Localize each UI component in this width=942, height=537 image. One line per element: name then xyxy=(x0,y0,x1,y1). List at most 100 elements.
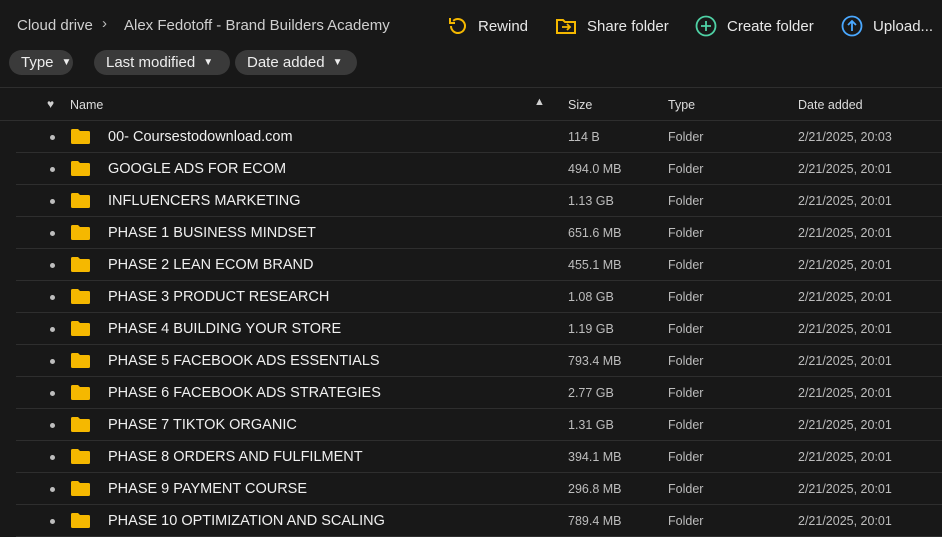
column-header-date-added[interactable]: Date added xyxy=(798,98,863,112)
file-name[interactable]: 00- Coursestodownload.com xyxy=(108,129,293,145)
chevron-down-icon: ▼ xyxy=(332,57,343,68)
share-folder-button[interactable]: Share folder xyxy=(555,12,669,40)
rewind-button[interactable]: Rewind xyxy=(446,12,528,40)
chevron-down-icon: ▼ xyxy=(203,57,214,68)
bullet-icon xyxy=(50,295,55,300)
file-size: 1.13 GB xyxy=(568,194,614,208)
heart-icon[interactable]: ♥ xyxy=(47,97,54,111)
file-type: Folder xyxy=(668,386,704,400)
sort-ascending-icon[interactable]: ▲ xyxy=(534,96,545,108)
file-type: Folder xyxy=(668,258,704,272)
table-row[interactable]: PHASE 5 FACEBOOK ADS ESSENTIALS 793.4 MB… xyxy=(16,345,942,377)
bullet-icon xyxy=(50,231,55,236)
table-row[interactable]: PHASE 9 PAYMENT COURSE 296.8 MB Folder 2… xyxy=(16,473,942,505)
file-name[interactable]: PHASE 3 PRODUCT RESEARCH xyxy=(108,289,329,305)
filter-date-added-label: Date added xyxy=(247,54,325,71)
table-row[interactable]: GOOGLE ADS FOR ECOM 494.0 MB Folder 2/21… xyxy=(16,153,942,185)
filter-date-added-dropdown[interactable]: Date added ▼ xyxy=(235,50,357,75)
file-name[interactable]: INFLUENCERS MARKETING xyxy=(108,193,301,209)
bullet-icon xyxy=(50,359,55,364)
table-row[interactable]: PHASE 7 TIKTOK ORGANIC 1.31 GB Folder 2/… xyxy=(16,409,942,441)
column-header-size[interactable]: Size xyxy=(568,98,592,112)
file-size: 789.4 MB xyxy=(568,514,622,528)
file-type: Folder xyxy=(668,290,704,304)
file-size: 296.8 MB xyxy=(568,482,622,496)
column-header-type[interactable]: Type xyxy=(668,98,695,112)
file-date-added: 2/21/2025, 20:03 xyxy=(798,130,892,144)
file-date-added: 2/21/2025, 20:01 xyxy=(798,194,892,208)
create-folder-button[interactable]: Create folder xyxy=(695,12,814,40)
file-name[interactable]: PHASE 9 PAYMENT COURSE xyxy=(108,481,307,497)
upload-button[interactable]: Upload... xyxy=(841,12,933,40)
folder-icon xyxy=(71,257,90,272)
create-folder-label: Create folder xyxy=(727,17,814,35)
share-folder-label: Share folder xyxy=(587,17,669,35)
upload-icon xyxy=(841,15,863,37)
column-header-name[interactable]: Name xyxy=(70,98,103,112)
table-row[interactable]: PHASE 1 BUSINESS MINDSET 651.6 MB Folder… xyxy=(16,217,942,249)
file-name[interactable]: GOOGLE ADS FOR ECOM xyxy=(108,161,286,177)
file-type: Folder xyxy=(668,162,704,176)
bullet-icon xyxy=(50,135,55,140)
table-row[interactable]: PHASE 2 LEAN ECOM BRAND 455.1 MB Folder … xyxy=(16,249,942,281)
folder-icon xyxy=(71,193,90,208)
file-name[interactable]: PHASE 7 TIKTOK ORGANIC xyxy=(108,417,297,433)
folder-icon xyxy=(71,161,90,176)
file-date-added: 2/21/2025, 20:01 xyxy=(798,514,892,528)
file-size: 394.1 MB xyxy=(568,450,622,464)
file-date-added: 2/21/2025, 20:01 xyxy=(798,226,892,240)
chevron-down-icon: ▼ xyxy=(61,57,72,68)
bullet-icon xyxy=(50,263,55,268)
file-date-added: 2/21/2025, 20:01 xyxy=(798,322,892,336)
file-name[interactable]: PHASE 5 FACEBOOK ADS ESSENTIALS xyxy=(108,353,380,369)
file-size: 455.1 MB xyxy=(568,258,622,272)
top-bar: Cloud drive › Alex Fedotoff - Brand Buil… xyxy=(0,0,942,50)
file-name[interactable]: PHASE 10 OPTIMIZATION AND SCALING xyxy=(108,513,385,529)
filter-modified-dropdown[interactable]: Last modified ▼ xyxy=(94,50,230,75)
folder-icon xyxy=(71,417,90,432)
file-date-added: 2/21/2025, 20:01 xyxy=(798,290,892,304)
file-size: 114 B xyxy=(568,130,600,144)
file-date-added: 2/21/2025, 20:01 xyxy=(798,258,892,272)
table-header: ♥ Name ▲ Size Type Date added xyxy=(0,87,942,121)
rewind-label: Rewind xyxy=(478,17,529,35)
file-size: 1.08 GB xyxy=(568,290,614,304)
file-date-added: 2/21/2025, 20:01 xyxy=(798,162,892,176)
file-name[interactable]: PHASE 8 ORDERS AND FULFILMENT xyxy=(108,449,363,465)
file-date-added: 2/21/2025, 20:01 xyxy=(798,386,892,400)
breadcrumb-separator: › xyxy=(102,15,107,32)
file-date-added: 2/21/2025, 20:01 xyxy=(798,354,892,368)
file-date-added: 2/21/2025, 20:01 xyxy=(798,482,892,496)
table-row[interactable]: 00- Coursestodownload.com 114 B Folder 2… xyxy=(16,121,942,153)
breadcrumb-current: Alex Fedotoff - Brand Builders Academy xyxy=(124,17,390,34)
folder-icon xyxy=(71,481,90,496)
table-row[interactable]: PHASE 6 FACEBOOK ADS STRATEGIES 2.77 GB … xyxy=(16,377,942,409)
table-row[interactable]: PHASE 3 PRODUCT RESEARCH 1.08 GB Folder … xyxy=(16,281,942,313)
upload-label: Upload... xyxy=(873,17,934,35)
folder-icon xyxy=(71,225,90,240)
file-type: Folder xyxy=(668,194,704,208)
file-type: Folder xyxy=(668,514,704,528)
table-row[interactable]: PHASE 10 OPTIMIZATION AND SCALING 789.4 … xyxy=(16,505,942,537)
file-name[interactable]: PHASE 1 BUSINESS MINDSET xyxy=(108,225,316,241)
file-name[interactable]: PHASE 4 BUILDING YOUR STORE xyxy=(108,321,341,337)
filter-type-label: Type xyxy=(21,54,54,71)
breadcrumb-root[interactable]: Cloud drive xyxy=(17,17,93,34)
table-row[interactable]: PHASE 4 BUILDING YOUR STORE 1.19 GB Fold… xyxy=(16,313,942,345)
file-name[interactable]: PHASE 2 LEAN ECOM BRAND xyxy=(108,257,313,273)
bullet-icon xyxy=(50,391,55,396)
table-row[interactable]: INFLUENCERS MARKETING 1.13 GB Folder 2/2… xyxy=(16,185,942,217)
file-type: Folder xyxy=(668,130,704,144)
folder-icon xyxy=(71,353,90,368)
bullet-icon xyxy=(50,167,55,172)
file-name[interactable]: PHASE 6 FACEBOOK ADS STRATEGIES xyxy=(108,385,381,401)
file-size: 1.31 GB xyxy=(568,418,614,432)
bullet-icon xyxy=(50,423,55,428)
filter-modified-label: Last modified xyxy=(106,54,196,71)
filter-type-dropdown[interactable]: Type ▼ xyxy=(9,50,73,75)
table-row[interactable]: PHASE 8 ORDERS AND FULFILMENT 394.1 MB F… xyxy=(16,441,942,473)
file-type: Folder xyxy=(668,482,704,496)
file-type: Folder xyxy=(668,226,704,240)
bullet-icon xyxy=(50,519,55,524)
file-type: Folder xyxy=(668,322,704,336)
